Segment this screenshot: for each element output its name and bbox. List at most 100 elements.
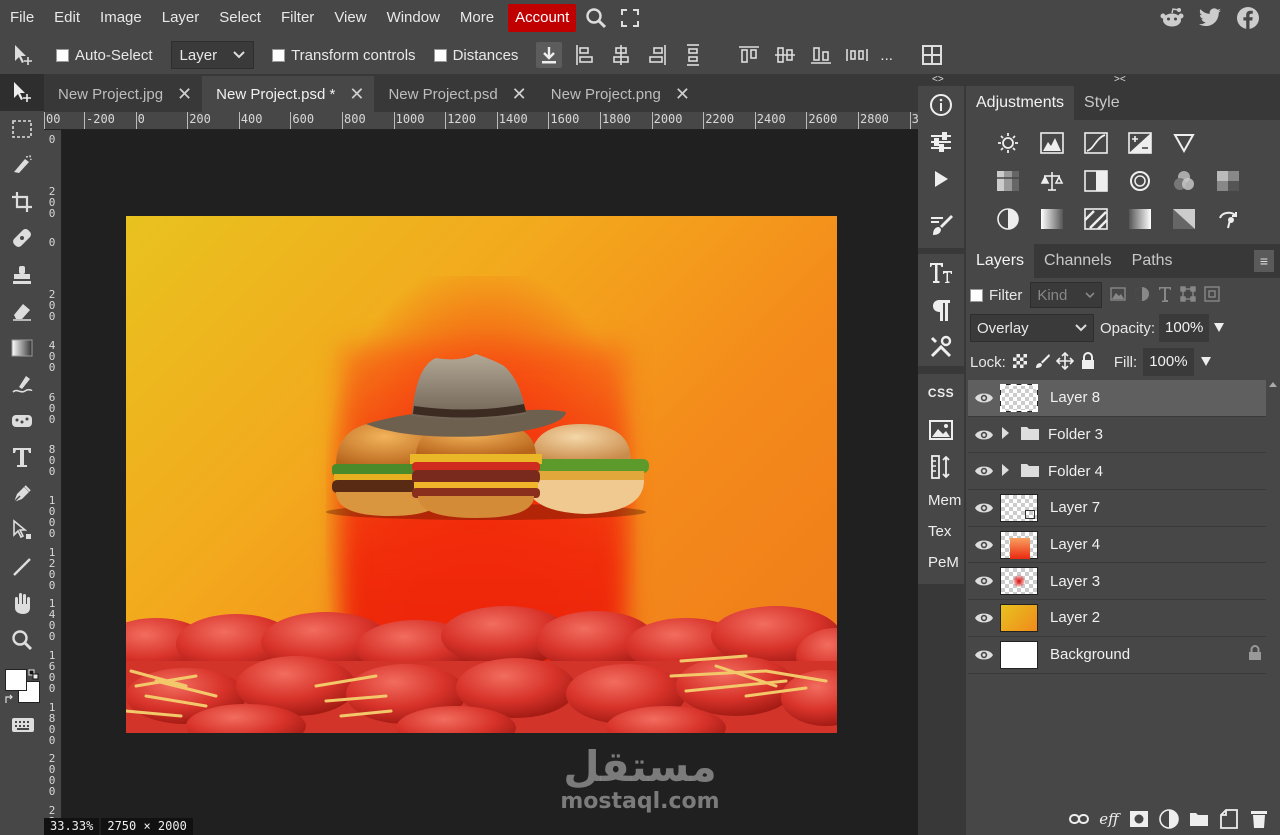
selective-color-icon[interactable] — [1162, 200, 1206, 238]
channel-mixer-icon[interactable] — [1162, 162, 1206, 200]
filter-adjustment-icon[interactable] — [1134, 286, 1150, 305]
move-tool[interactable] — [0, 74, 44, 111]
tab-paths[interactable]: Paths — [1122, 244, 1183, 278]
visibility-eye-icon[interactable] — [968, 391, 1000, 405]
close-icon[interactable]: ✕ — [512, 84, 527, 105]
horizontal-ruler[interactable]: 00 -200 0 200 400 600 800 1000 1200 1400 1600 1800 2… — [44, 112, 918, 130]
layer-row-folder-3[interactable]: Folder 3 — [968, 417, 1266, 454]
measure-icon[interactable] — [918, 448, 964, 485]
replace-color-icon[interactable] — [1206, 200, 1250, 238]
brush-icon[interactable] — [918, 206, 964, 243]
kind-dropdown[interactable]: Kind — [1030, 282, 1103, 308]
filter-shape-icon[interactable] — [1180, 285, 1197, 305]
tab-adjustments[interactable]: Adjustments — [966, 86, 1075, 120]
document-canvas[interactable] — [126, 216, 837, 733]
crop-tool[interactable] — [0, 184, 44, 221]
paragraph-icon[interactable] — [918, 291, 964, 328]
tab-new-project-jpg[interactable]: New Project.jpg ✕ — [44, 76, 202, 112]
exposure-icon[interactable] — [1118, 124, 1162, 162]
visibility-eye-icon[interactable] — [968, 501, 1000, 515]
align-left-icon[interactable] — [572, 42, 598, 68]
menu-more[interactable]: More — [450, 4, 504, 32]
visibility-eye-icon[interactable] — [968, 648, 1000, 662]
auto-select-checkbox[interactable]: Auto-Select — [56, 47, 153, 64]
foreground-color-swatch[interactable] — [5, 669, 27, 691]
tab-channels[interactable]: Channels — [1034, 244, 1122, 278]
layers-menu-button[interactable]: ≡ — [1254, 250, 1274, 272]
menu-window[interactable]: Window — [377, 4, 450, 32]
tools-wrench-icon[interactable] — [918, 328, 964, 365]
layer-row-layer-7[interactable]: Layer 7 — [968, 490, 1266, 527]
visibility-eye-icon[interactable] — [968, 464, 1000, 478]
tab-new-project-png[interactable]: New Project.png ✕ — [537, 76, 700, 112]
tab-layers[interactable]: Layers — [966, 244, 1035, 278]
align-center-h-icon[interactable] — [608, 42, 634, 68]
vertical-ruler[interactable]: 0200020040060080010001200140016001800200… — [44, 130, 62, 818]
eraser-tool[interactable] — [0, 293, 44, 330]
tab-new-project-psd-modified[interactable]: New Project.psd * ✕ — [202, 76, 375, 112]
layer-row-layer-8[interactable]: Layer 8 — [968, 380, 1266, 417]
delete-layer-icon[interactable] — [1248, 808, 1270, 830]
reset-colors-icon[interactable] — [4, 692, 16, 708]
fill-triangle-icon[interactable] — [1200, 354, 1212, 370]
menu-edit[interactable]: Edit — [44, 4, 90, 32]
filter-text-icon[interactable] — [1158, 286, 1172, 305]
visibility-eye-icon[interactable] — [968, 574, 1000, 588]
account-button[interactable]: Account — [508, 4, 577, 32]
color-balance-icon[interactable] — [1030, 162, 1074, 200]
grid-icon[interactable] — [919, 42, 945, 68]
stamp-tool[interactable] — [0, 257, 44, 294]
swap-colors-icon[interactable] — [28, 668, 40, 684]
align-middle-v-icon[interactable] — [772, 42, 798, 68]
download-icon[interactable] — [536, 42, 563, 68]
layer-effects-icon[interactable]: eff — [1098, 808, 1120, 830]
character-icon[interactable] — [918, 254, 964, 291]
more-options[interactable]: ... — [880, 47, 893, 64]
distribute-v-icon[interactable] — [844, 42, 870, 68]
menu-file[interactable]: File — [0, 4, 44, 32]
type-tool[interactable] — [0, 439, 44, 476]
canvas-workspace[interactable] — [62, 130, 918, 818]
layer-row-layer-4[interactable]: Layer 4 — [968, 527, 1266, 564]
lock-position-icon[interactable] — [1055, 351, 1074, 373]
layer-lock-icon[interactable] — [1248, 645, 1262, 664]
fill-input[interactable]: 100% — [1143, 348, 1194, 376]
sponge-tool[interactable] — [0, 403, 44, 440]
close-icon[interactable]: ✕ — [349, 84, 364, 105]
brightness-contrast-icon[interactable] — [986, 124, 1030, 162]
layer-row-layer-3[interactable]: Layer 3 — [968, 563, 1266, 601]
side-panel-mem[interactable]: Mem — [918, 485, 964, 516]
zoom-tool[interactable] — [0, 622, 44, 659]
lock-all-icon[interactable] — [1080, 351, 1096, 373]
posterize-icon[interactable] — [1030, 200, 1074, 238]
filter-image-icon[interactable] — [1110, 286, 1127, 304]
expand-triangle-icon[interactable] — [1000, 426, 1014, 443]
actions-play-icon[interactable] — [918, 160, 964, 197]
info-icon[interactable] — [918, 86, 964, 123]
opacity-triangle-icon[interactable] — [1213, 320, 1225, 336]
layer-row-background[interactable]: Background — [968, 637, 1266, 674]
menu-filter[interactable]: Filter — [271, 4, 324, 32]
layer-row-folder-4[interactable]: Folder 4 — [968, 453, 1266, 491]
align-top-icon[interactable] — [736, 42, 762, 68]
align-right-icon[interactable] — [644, 42, 670, 68]
visibility-eye-icon[interactable] — [968, 428, 1000, 442]
pen-tool[interactable] — [0, 476, 44, 513]
link-layers-icon[interactable] — [1068, 808, 1090, 830]
facebook-icon[interactable] — [1236, 4, 1260, 32]
invert-icon[interactable] — [986, 200, 1030, 238]
menu-layer[interactable]: Layer — [152, 4, 210, 32]
filter-smart-object-icon[interactable] — [1204, 285, 1221, 305]
fullscreen-icon[interactable] — [616, 4, 644, 32]
new-group-icon[interactable] — [1188, 808, 1210, 830]
twitter-icon[interactable] — [1198, 4, 1222, 32]
color-lookup-icon[interactable] — [1206, 162, 1250, 200]
collapse-arrows-icon[interactable]: <> — [932, 74, 944, 85]
move-tool-icon[interactable] — [10, 42, 36, 68]
side-panel-pem[interactable]: PeM — [918, 547, 964, 578]
smudge-tool[interactable] — [0, 366, 44, 403]
marquee-tool[interactable] — [0, 111, 44, 148]
search-icon[interactable] — [582, 4, 610, 32]
hue-saturation-icon[interactable] — [986, 162, 1030, 200]
hand-tool[interactable] — [0, 585, 44, 622]
